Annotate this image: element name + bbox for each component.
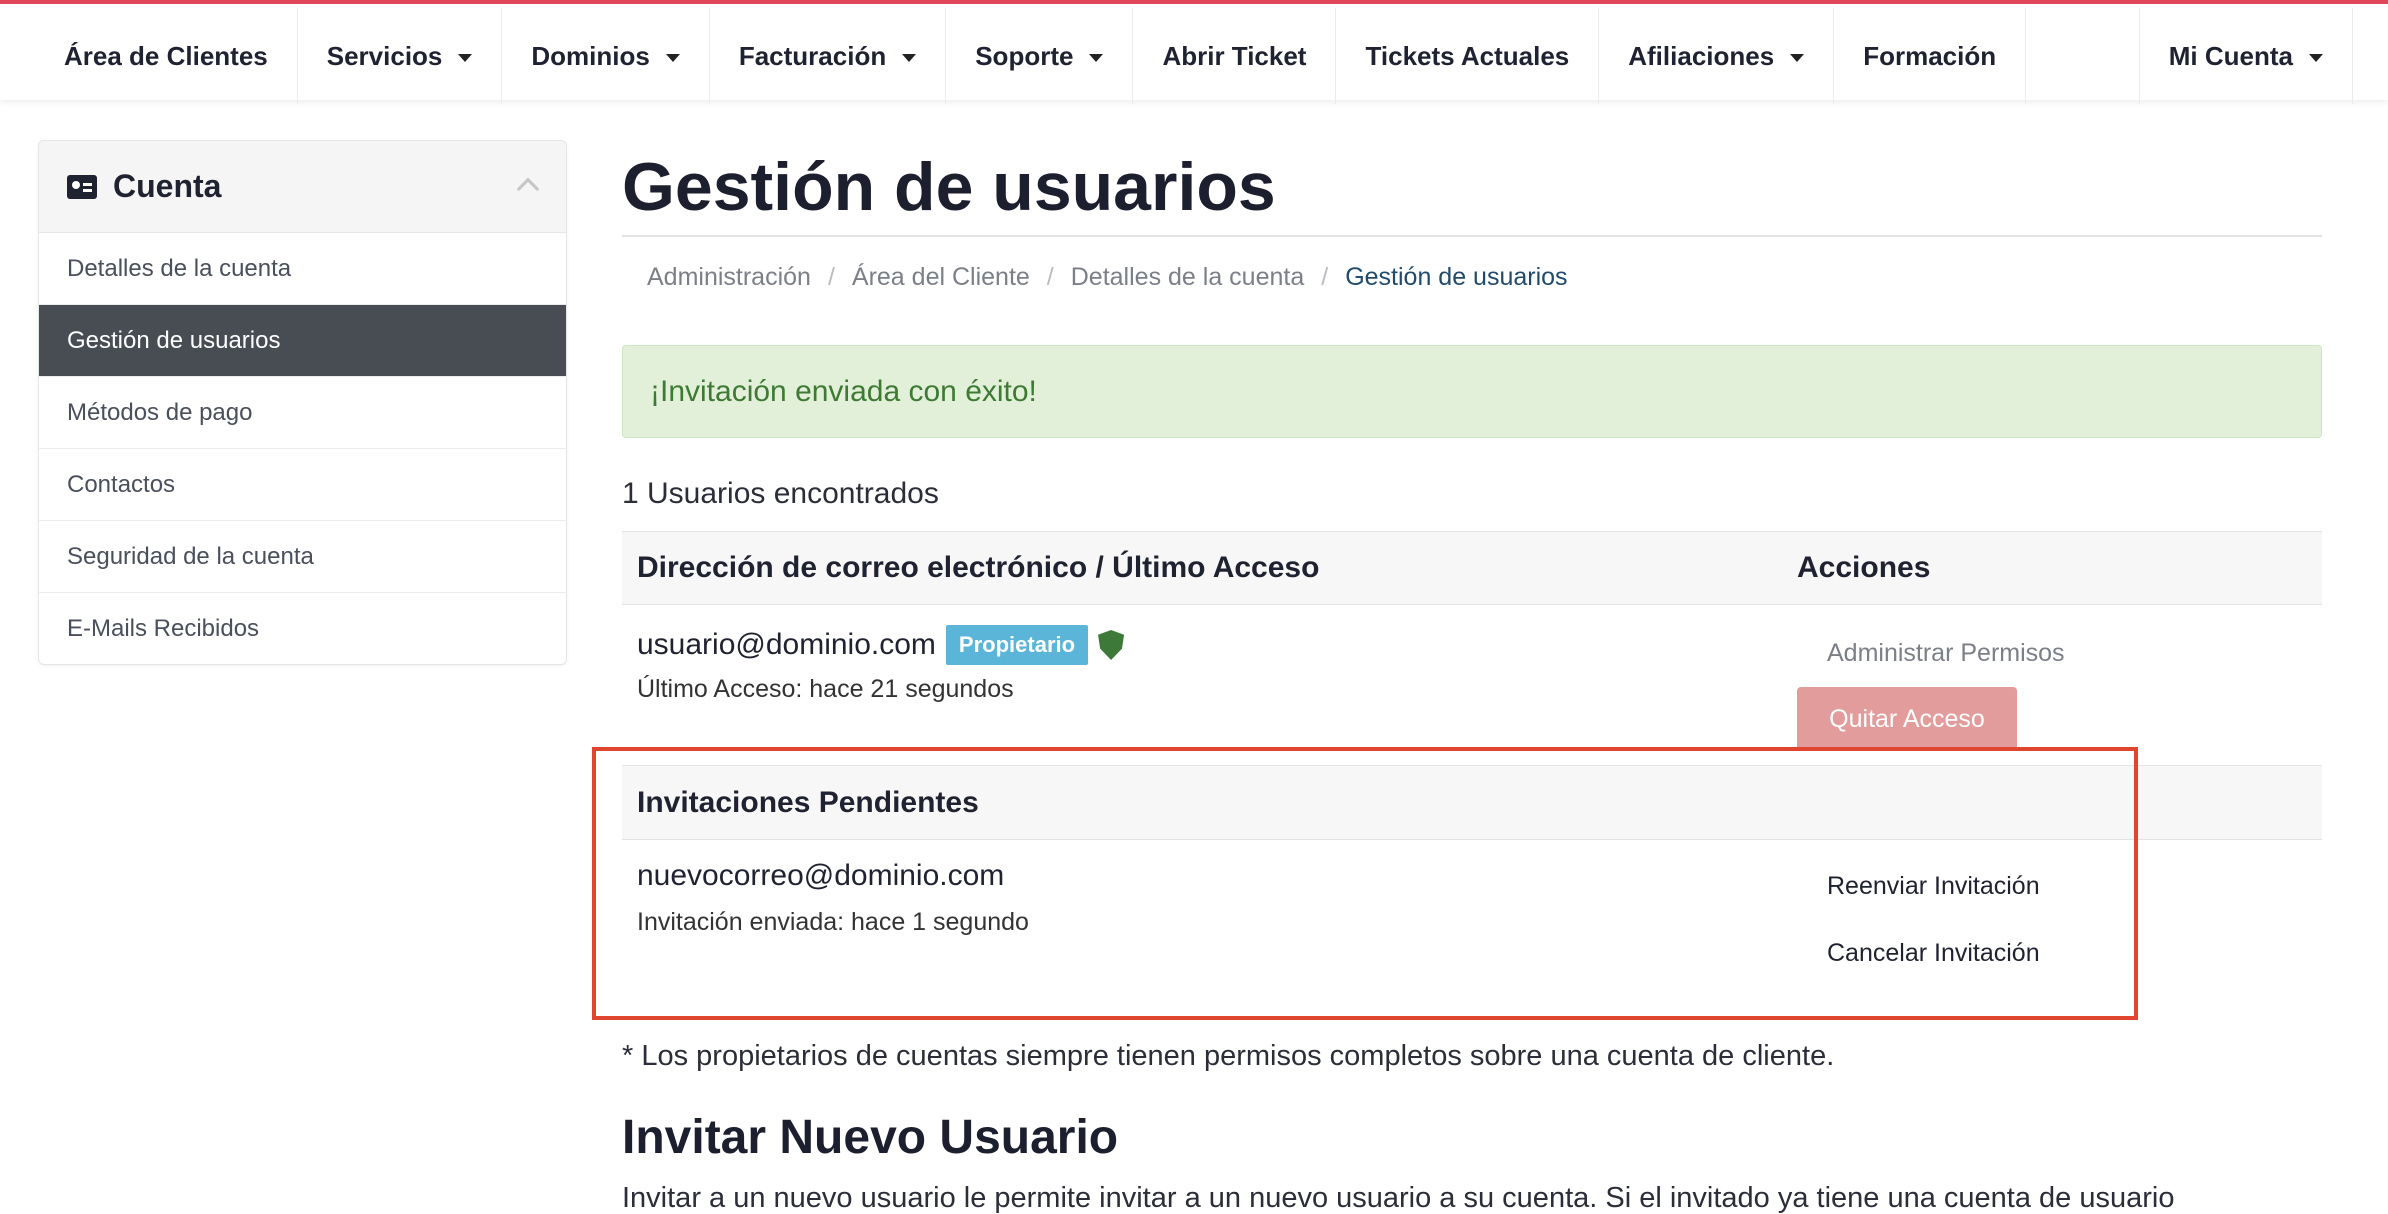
nav-label: Tickets Actuales xyxy=(1365,40,1570,71)
caret-down-icon xyxy=(902,53,917,62)
nav-label: Servicios xyxy=(326,40,443,71)
top-navbar: Área de Clientes Servicios Dominios Fact… xyxy=(0,0,2388,104)
breadcrumb-separator: / xyxy=(1321,262,1329,291)
breadcrumb-link[interactable]: Área del Cliente xyxy=(852,263,1030,292)
caret-down-icon xyxy=(665,53,680,62)
nav-label: Formación xyxy=(1863,40,1997,71)
page-title: Gestión de usuarios xyxy=(622,149,1276,225)
sidebar-item-account-security[interactable]: Seguridad de la cuenta xyxy=(39,521,566,593)
breadcrumb-current: Gestión de usuarios xyxy=(1345,262,1568,291)
nav-label: Abrir Ticket xyxy=(1162,40,1307,71)
nav-support[interactable]: Soporte xyxy=(946,8,1134,104)
last-access: Último Acceso: hace 21 segundos xyxy=(637,675,1014,703)
shield-icon xyxy=(1098,630,1125,660)
highlight-box xyxy=(592,747,2138,1020)
sidebar-item-contacts[interactable]: Contactos xyxy=(39,449,566,521)
sidebar-item-user-management[interactable]: Gestión de usuarios xyxy=(39,305,566,377)
sidebar-item-account-details[interactable]: Detalles de la cuenta xyxy=(39,233,566,305)
caret-down-icon xyxy=(458,53,473,62)
nav-billing[interactable]: Facturación xyxy=(710,8,947,104)
nav-label: Afiliaciones xyxy=(1628,40,1775,71)
nav-label: Facturación xyxy=(738,40,887,71)
caret-down-icon xyxy=(1089,53,1104,62)
id-card-icon xyxy=(67,174,97,199)
column-header-email: Dirección de correo electrónico / Último… xyxy=(637,551,1320,584)
owners-note: * Los propietarios de cuentas siempre ti… xyxy=(622,1040,1835,1072)
remove-access-button[interactable]: Quitar Acceso xyxy=(1797,687,2017,751)
nav-label: Área de Clientes xyxy=(64,40,268,71)
owner-badge: Propietario xyxy=(945,625,1089,665)
account-nav: Mi Cuenta xyxy=(2138,8,2353,104)
nav-client-area[interactable]: Área de Clientes xyxy=(35,8,298,104)
breadcrumb: Administración / Área del Cliente / Deta… xyxy=(622,257,2322,297)
nav-services[interactable]: Servicios xyxy=(298,8,503,104)
sidebar-item-received-emails[interactable]: E-Mails Recibidos xyxy=(39,593,566,664)
sidebar: Cuenta Detalles de la cuenta Gestión de … xyxy=(38,140,567,665)
nav-label: Soporte xyxy=(975,40,1074,71)
table-row: usuario@dominio.com Propietario Último A… xyxy=(622,605,2322,766)
manage-permissions-link[interactable]: Administrar Permisos xyxy=(1827,639,2065,668)
user-email: usuario@dominio.com xyxy=(637,628,936,661)
sidebar-header[interactable]: Cuenta xyxy=(39,141,566,233)
column-header-actions: Acciones xyxy=(1797,551,1931,584)
nav-label: Mi Cuenta xyxy=(2168,40,2293,71)
sidebar-item-payment-methods[interactable]: Métodos de pago xyxy=(39,377,566,449)
breadcrumb-separator: / xyxy=(827,262,835,291)
main-nav: Área de Clientes Servicios Dominios Fact… xyxy=(35,8,2027,104)
breadcrumb-separator: / xyxy=(1046,262,1054,291)
nav-open-ticket[interactable]: Abrir Ticket xyxy=(1133,8,1337,104)
chevron-up-icon[interactable] xyxy=(516,177,540,201)
nav-domains[interactable]: Dominios xyxy=(502,8,710,104)
caret-down-icon xyxy=(2309,53,2323,62)
invite-section-title: Invitar Nuevo Usuario xyxy=(622,1111,1119,1164)
users-count: 1 Usuarios encontrados xyxy=(622,477,939,510)
nav-my-account[interactable]: Mi Cuenta xyxy=(2140,8,2353,104)
success-alert: ¡Invitación enviada con éxito! xyxy=(622,345,2322,438)
sidebar-title: Cuenta xyxy=(113,168,222,204)
caret-down-icon xyxy=(1790,53,1805,62)
invite-description: Invitar a un nuevo usuario le permite in… xyxy=(622,1182,2175,1214)
table-header: Dirección de correo electrónico / Último… xyxy=(622,532,2322,605)
user-email-cell: usuario@dominio.com Propietario xyxy=(637,625,1125,665)
breadcrumb-link[interactable]: Detalles de la cuenta xyxy=(1071,263,1304,292)
nav-training[interactable]: Formación xyxy=(1834,8,2027,104)
breadcrumb-link[interactable]: Administración xyxy=(647,263,811,292)
nav-label: Dominios xyxy=(531,40,650,71)
nav-current-tickets[interactable]: Tickets Actuales xyxy=(1336,8,1600,104)
divider xyxy=(622,235,2322,237)
nav-affiliates[interactable]: Afiliaciones xyxy=(1599,8,1835,104)
